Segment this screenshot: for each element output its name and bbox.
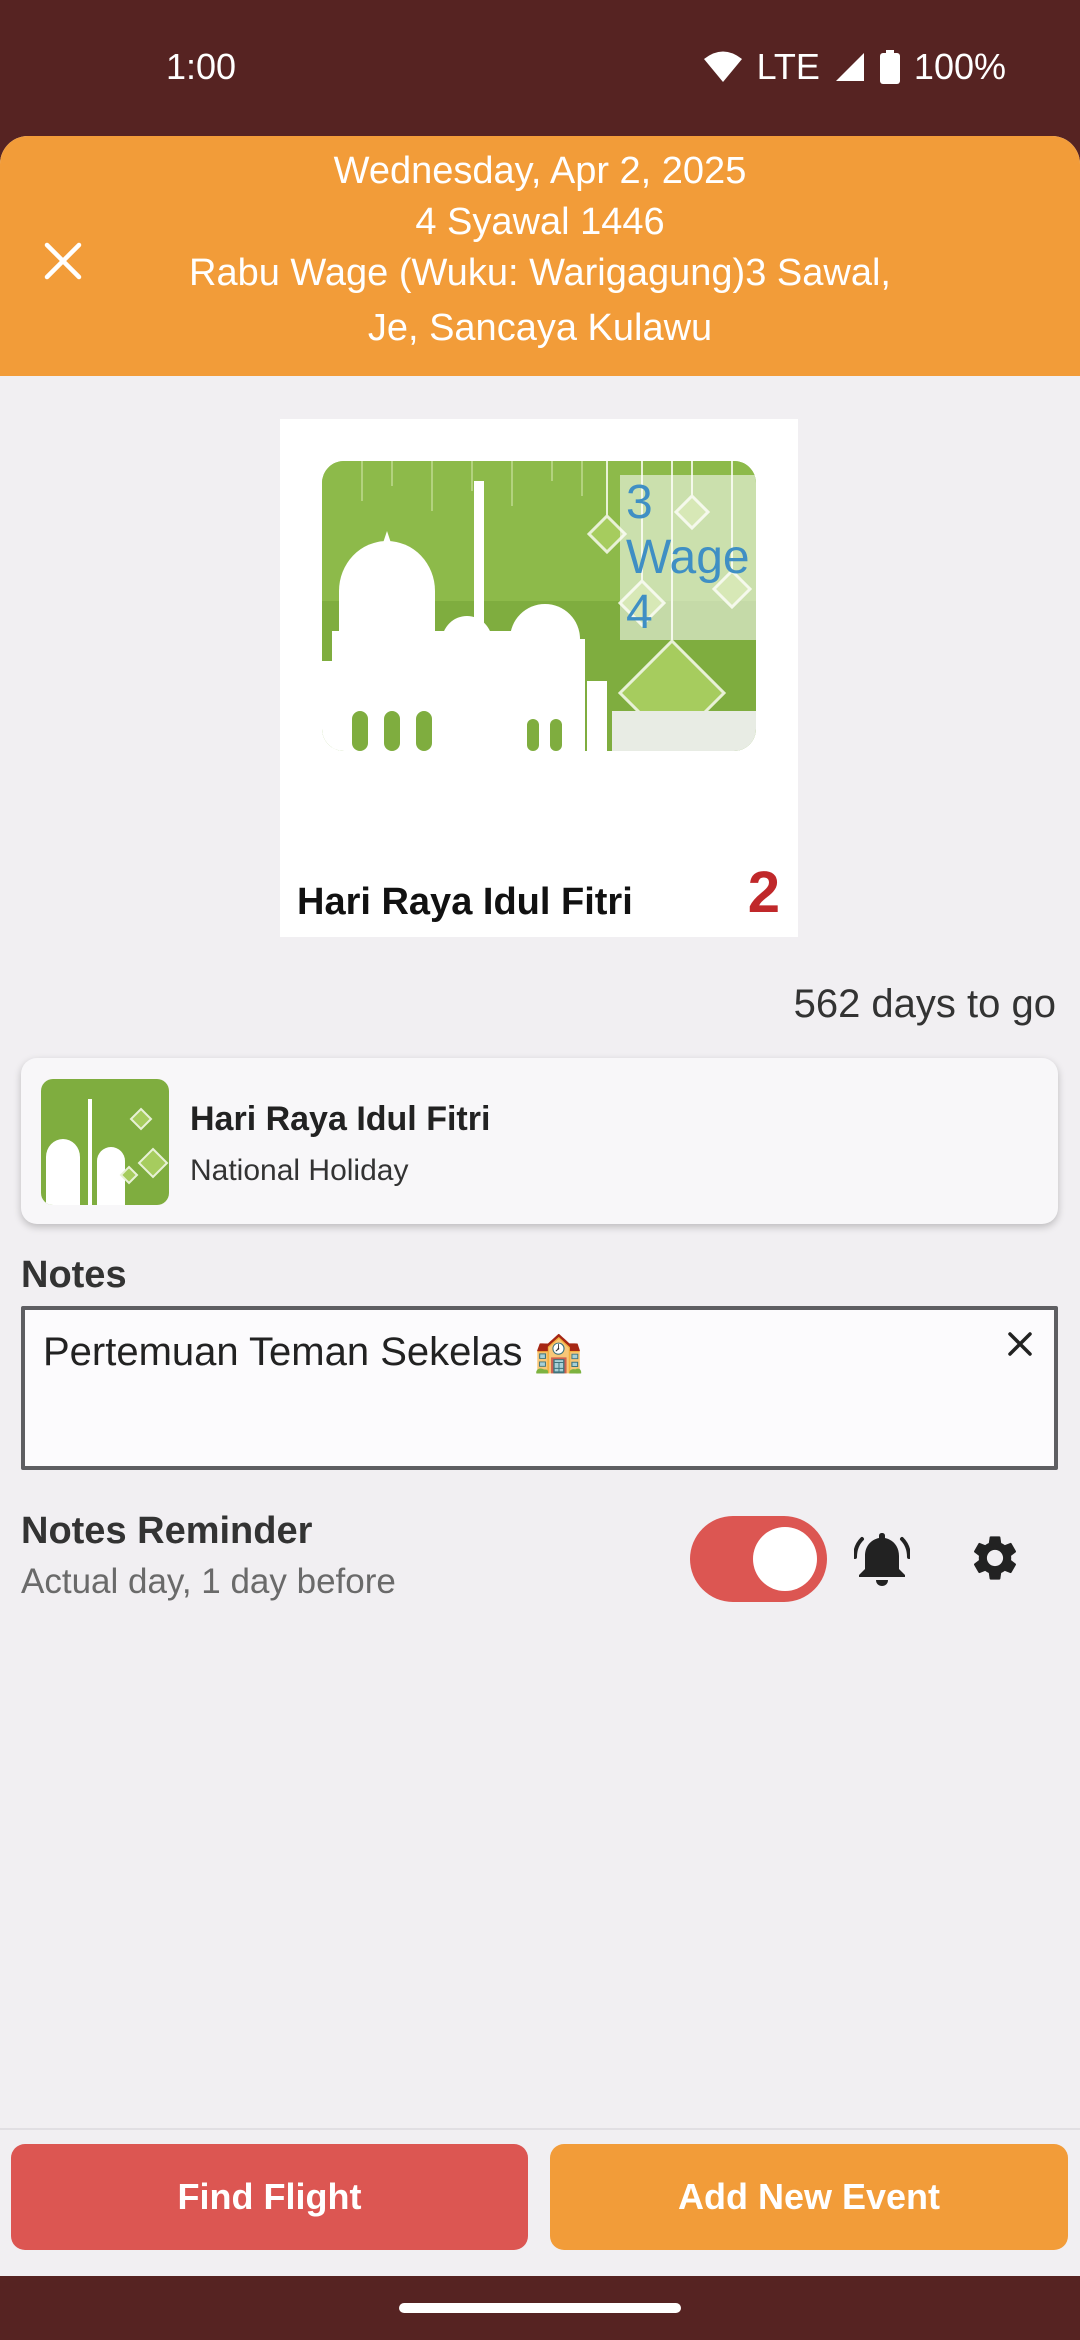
- reminder-title: Notes Reminder: [21, 1510, 313, 1552]
- toggle-knob: [753, 1527, 817, 1591]
- hijri-date: 4 Syawal 1446: [415, 201, 665, 243]
- bottom-action-bar: Find Flight Add New Event: [0, 2128, 1080, 2276]
- event-category: National Holiday: [190, 1154, 409, 1187]
- day-number: 2: [747, 860, 780, 925]
- status-bar: 1:00 LTE 100%: [0, 0, 1080, 136]
- bell-icon: [854, 1533, 910, 1586]
- status-time: 1:00: [166, 46, 237, 87]
- find-flight-button[interactable]: Find Flight: [11, 2144, 528, 2250]
- reminder-toggle[interactable]: [690, 1516, 827, 1602]
- pasaran-label: 3 Wage 4: [620, 475, 756, 640]
- clear-notes-button[interactable]: [1000, 1324, 1040, 1364]
- gear-icon: [973, 1536, 1017, 1580]
- reminder-settings-button[interactable]: [963, 1526, 1027, 1590]
- reminder-bell-button[interactable]: [850, 1526, 914, 1590]
- battery-icon: [879, 50, 900, 84]
- gregorian-date: Wednesday, Apr 2, 2025: [333, 150, 747, 192]
- event-title: Hari Raya Idul Fitri: [190, 1100, 491, 1138]
- close-button[interactable]: [34, 232, 92, 290]
- event-thumbnail: [41, 1079, 169, 1205]
- event-list-item[interactable]: Hari Raya Idul Fitri National Holiday: [21, 1058, 1058, 1224]
- clear-icon: [1008, 1332, 1032, 1356]
- signal-icon: [834, 51, 866, 83]
- javanese-date-line2: Je, Sancaya Kulawu: [367, 307, 713, 349]
- date-header: Wednesday, Apr 2, 2025 4 Syawal 1446 Rab…: [0, 136, 1080, 376]
- date-info: Wednesday, Apr 2, 2025 4 Syawal 1446 Rab…: [120, 146, 960, 354]
- day-detail-sheet: Wednesday, Apr 2, 2025 4 Syawal 1446 Rab…: [0, 136, 1080, 2276]
- add-new-event-button[interactable]: Add New Event: [550, 2144, 1068, 2250]
- battery-level: 100%: [913, 46, 1006, 87]
- mosque-illustration: 3 Wage 4: [322, 461, 756, 751]
- home-indicator[interactable]: [399, 2303, 681, 2313]
- network-label: LTE: [756, 46, 820, 87]
- countdown-text: 562 days to go: [793, 982, 1056, 1026]
- notes-text: Pertemuan Teman Sekelas 🏫: [43, 1330, 584, 1374]
- javanese-date-line1: Rabu Wage (Wuku: Warigagung)3 Sawal,: [189, 252, 891, 294]
- reminder-subtitle: Actual day, 1 day before: [21, 1562, 396, 1601]
- status-icons: LTE 100%: [703, 46, 1006, 88]
- holiday-card: 3 Wage 4 Hari Raya Idul Fitri 2: [280, 419, 798, 937]
- notes-input[interactable]: Pertemuan Teman Sekelas 🏫: [21, 1306, 1058, 1470]
- notes-label: Notes: [21, 1254, 127, 1296]
- close-icon: [44, 242, 82, 280]
- holiday-name: Hari Raya Idul Fitri: [297, 881, 633, 923]
- wifi-icon: [703, 50, 743, 84]
